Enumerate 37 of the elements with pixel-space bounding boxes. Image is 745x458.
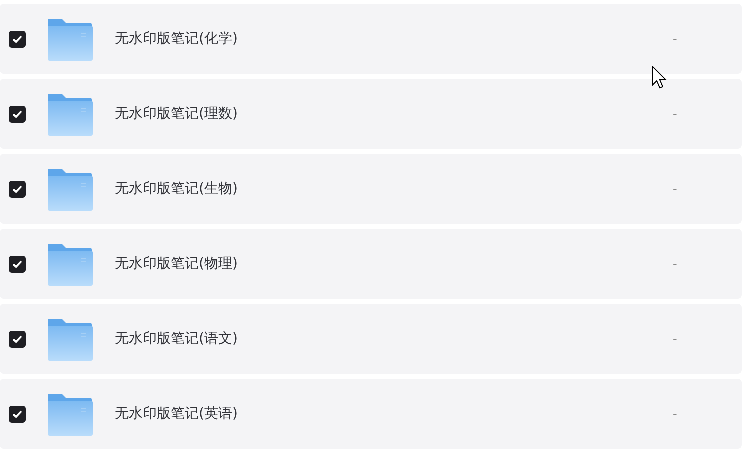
file-size: -: [673, 332, 678, 346]
file-size: -: [673, 182, 678, 196]
folder-icon: [47, 318, 93, 360]
checkbox[interactable]: [9, 180, 26, 198]
folder-icon: [47, 168, 93, 210]
file-size: -: [673, 407, 678, 421]
check-icon: [12, 34, 23, 44]
check-icon: [12, 410, 23, 418]
file-size: -: [673, 257, 678, 271]
cursor-icon: [652, 66, 668, 90]
checkbox[interactable]: [9, 330, 26, 348]
folder-name: 无水印版笔记(理数): [115, 105, 239, 123]
folder-name: 无水印版笔记(物理): [115, 255, 239, 273]
check-icon: [12, 260, 23, 268]
check-icon: [12, 334, 23, 344]
checkbox[interactable]: [9, 106, 26, 122]
file-row[interactable]: 无水印版笔记(理数) -: [0, 79, 742, 149]
folder-icon: [47, 392, 93, 436]
file-row[interactable]: 无水印版笔记(语文) -: [0, 304, 742, 374]
folder-name: 无水印版笔记(英语): [115, 405, 239, 423]
checkbox[interactable]: [9, 30, 26, 48]
file-row[interactable]: 无水印版笔记(生物) -: [0, 154, 742, 224]
folder-icon: [47, 18, 93, 60]
folder-icon: [47, 242, 93, 286]
file-size: -: [673, 32, 678, 46]
folder-name: 无水印版笔记(生物): [115, 180, 239, 198]
check-icon: [12, 110, 23, 118]
file-size: -: [673, 107, 678, 121]
folder-icon: [47, 92, 93, 136]
file-row[interactable]: 无水印版笔记(英语) -: [0, 379, 742, 449]
file-row[interactable]: 无水印版笔记(化学) -: [0, 4, 742, 74]
check-icon: [12, 184, 23, 194]
file-row[interactable]: 无水印版笔记(物理) -: [0, 229, 742, 299]
folder-name: 无水印版笔记(语文): [115, 330, 239, 348]
checkbox[interactable]: [9, 406, 26, 422]
folder-name: 无水印版笔记(化学): [115, 30, 239, 48]
checkbox[interactable]: [9, 256, 26, 272]
